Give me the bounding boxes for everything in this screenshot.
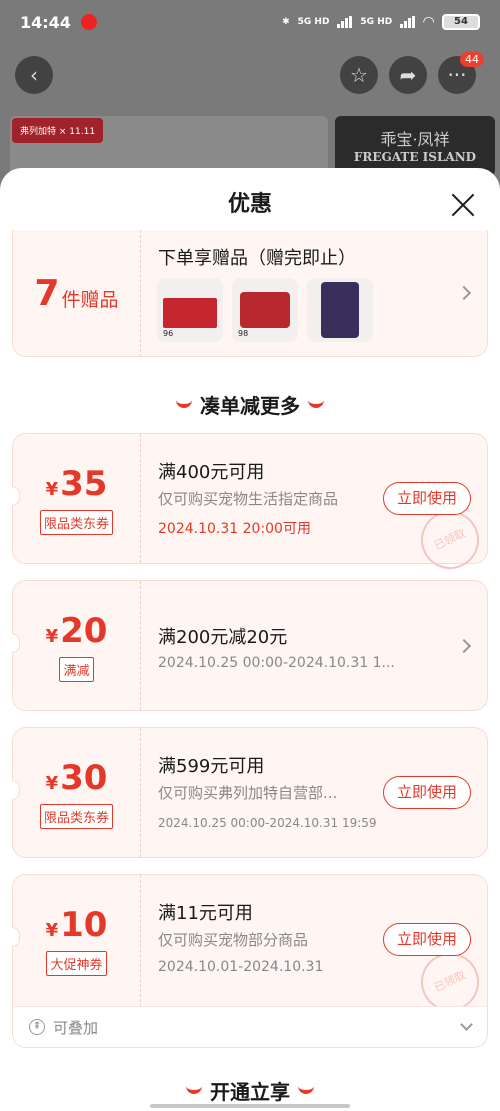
app-notification-icon bbox=[80, 14, 97, 30]
coupon-desc: 仅可购买弗列加特自营部... bbox=[158, 784, 338, 802]
status-icons: ✱ 5G HD 5G HD ◠ 54 bbox=[282, 14, 480, 30]
smile-icon bbox=[186, 1086, 202, 1094]
favorite-button[interactable]: ☆ bbox=[340, 56, 378, 94]
chevron-right-icon bbox=[456, 638, 472, 654]
coupon-amount-block: ¥20 满减 bbox=[13, 581, 141, 710]
gift-title: 下单享赠品（赠完即止） bbox=[158, 248, 356, 269]
smile-icon bbox=[308, 400, 324, 408]
gift-count-unit: 件赠品 bbox=[61, 289, 119, 311]
coupon-date: 2024.10.31 20:00可用 bbox=[158, 521, 311, 537]
coupon-date: 2024.10.25 00:00-2024.10.31 19:59 bbox=[158, 816, 377, 830]
signal-icon-1 bbox=[337, 16, 353, 28]
coupon-amount-block: ¥35 限品类东券 bbox=[13, 434, 141, 563]
brand-banner-line1: 乖宝·凤祥 bbox=[380, 130, 450, 149]
gift-item-image: 96 bbox=[157, 278, 223, 342]
coupon-tag: 满减 bbox=[59, 657, 94, 682]
brand-logo: 弗列加特 × 11.11 bbox=[12, 118, 104, 143]
star-icon: ☆ bbox=[350, 63, 368, 87]
smile-icon bbox=[298, 1086, 314, 1094]
gift-count-number: 7 bbox=[34, 273, 60, 314]
share-button[interactable]: ➦ bbox=[389, 56, 427, 94]
coupon-tag: 限品类东券 bbox=[39, 804, 113, 829]
background-nav: ‹ ☆ ➦ ··· 44 bbox=[0, 52, 500, 98]
coupon-tag: 限品类东券 bbox=[39, 510, 113, 535]
brand-banner-line2: FREGATE ISLAND bbox=[353, 150, 477, 164]
section-header-membership: 开通立享 bbox=[0, 1076, 500, 1105]
coupon-title: 满599元可用 bbox=[158, 756, 265, 777]
coupon-desc: 仅可购买宠物部分商品 bbox=[158, 931, 309, 949]
more-badge: 44 bbox=[460, 52, 484, 67]
coupon-tag: 大促神券 bbox=[46, 951, 107, 976]
gift-card[interactable]: 7 件赠品 下单享赠品（赠完即止） 96 98 bbox=[12, 230, 488, 357]
status-bar: 14:44 ✱ 5G HD 5G HD ◠ 54 bbox=[0, 0, 500, 44]
gift-count: 7 件赠品 bbox=[13, 230, 141, 357]
battery-icon: 54 bbox=[442, 14, 480, 30]
chevron-right-icon bbox=[456, 285, 472, 301]
coupon-desc: 仅可购买宠物生活指定商品 bbox=[158, 490, 339, 508]
coupon-card: ¥35 限品类东券 满400元可用 仅可购买宠物生活指定商品 2024.10.3… bbox=[12, 433, 489, 579]
network-label-1: 5G HD bbox=[297, 17, 330, 27]
coupon-amount: ¥30 bbox=[45, 758, 108, 798]
discount-sheet: 优惠 7 件赠品 下单享赠品（赠完即止） 96 98 凑单减更多 ¥35 限品类… bbox=[0, 168, 500, 1111]
gift-images: 96 98 bbox=[157, 278, 373, 342]
stackable-expand-row[interactable]: ⇞ 可叠加 bbox=[12, 1006, 488, 1048]
coupon-date: 2024.10.25 00:00-2024.10.31 1... bbox=[158, 655, 395, 671]
more-dots-icon: ··· bbox=[447, 63, 467, 87]
coupon-amount: ¥20 bbox=[45, 611, 108, 651]
smile-icon bbox=[176, 400, 192, 408]
status-time: 14:44 bbox=[20, 12, 71, 32]
close-icon[interactable] bbox=[450, 192, 476, 218]
coupon-date: 2024.10.01-2024.10.31 bbox=[158, 959, 324, 975]
coupon-amount-block: ¥30 限品类东券 bbox=[13, 728, 141, 857]
stack-icon: ⇞ bbox=[29, 1019, 45, 1035]
coupon-card[interactable]: ¥20 满减 满200元减20元 2024.10.25 00:00-2024.1… bbox=[12, 580, 488, 711]
back-arrow-icon: ‹ bbox=[30, 63, 38, 87]
signal-icon-2 bbox=[400, 16, 416, 28]
network-label-2: 5G HD bbox=[360, 17, 393, 27]
sheet-title: 优惠 bbox=[227, 192, 272, 217]
more-button[interactable]: ··· 44 bbox=[438, 52, 484, 94]
coupon-title: 满11元可用 bbox=[158, 903, 253, 924]
use-now-button[interactable]: 立即使用 bbox=[383, 482, 471, 515]
gift-item-image: 98 bbox=[232, 278, 298, 342]
coupon-amount: ¥10 bbox=[45, 905, 108, 945]
coupon-card: ¥10 大促神券 满11元可用 仅可购买宠物部分商品 2024.10.01-20… bbox=[12, 874, 489, 1021]
coupon-amount: ¥35 bbox=[45, 464, 108, 504]
coupon-title: 满400元可用 bbox=[158, 462, 265, 483]
use-now-button[interactable]: 立即使用 bbox=[383, 776, 471, 809]
chevron-down-icon bbox=[460, 1017, 473, 1031]
coupon-title: 满200元减20元 bbox=[158, 627, 288, 648]
back-button[interactable]: ‹ bbox=[15, 56, 53, 94]
home-indicator[interactable] bbox=[150, 1104, 350, 1108]
gift-item-image bbox=[307, 278, 373, 342]
coupon-card: ¥30 限品类东券 满599元可用 仅可购买弗列加特自营部... 2024.10… bbox=[12, 727, 488, 858]
brand-banner: 乖宝·凤祥 FREGATE ISLAND bbox=[335, 116, 495, 176]
coupon-amount-block: ¥10 大促神券 bbox=[13, 875, 141, 1007]
promo-banner: 弗列加特 × 11.11 bbox=[10, 116, 328, 176]
bluetooth-icon: ✱ bbox=[282, 17, 290, 27]
stackable-label: 可叠加 bbox=[53, 1018, 99, 1037]
wifi-icon: ◠ bbox=[423, 14, 434, 30]
share-icon: ➦ bbox=[399, 63, 417, 87]
section-header-more-discount: 凑单减更多 bbox=[0, 390, 500, 419]
use-now-button[interactable]: 立即使用 bbox=[383, 923, 471, 956]
